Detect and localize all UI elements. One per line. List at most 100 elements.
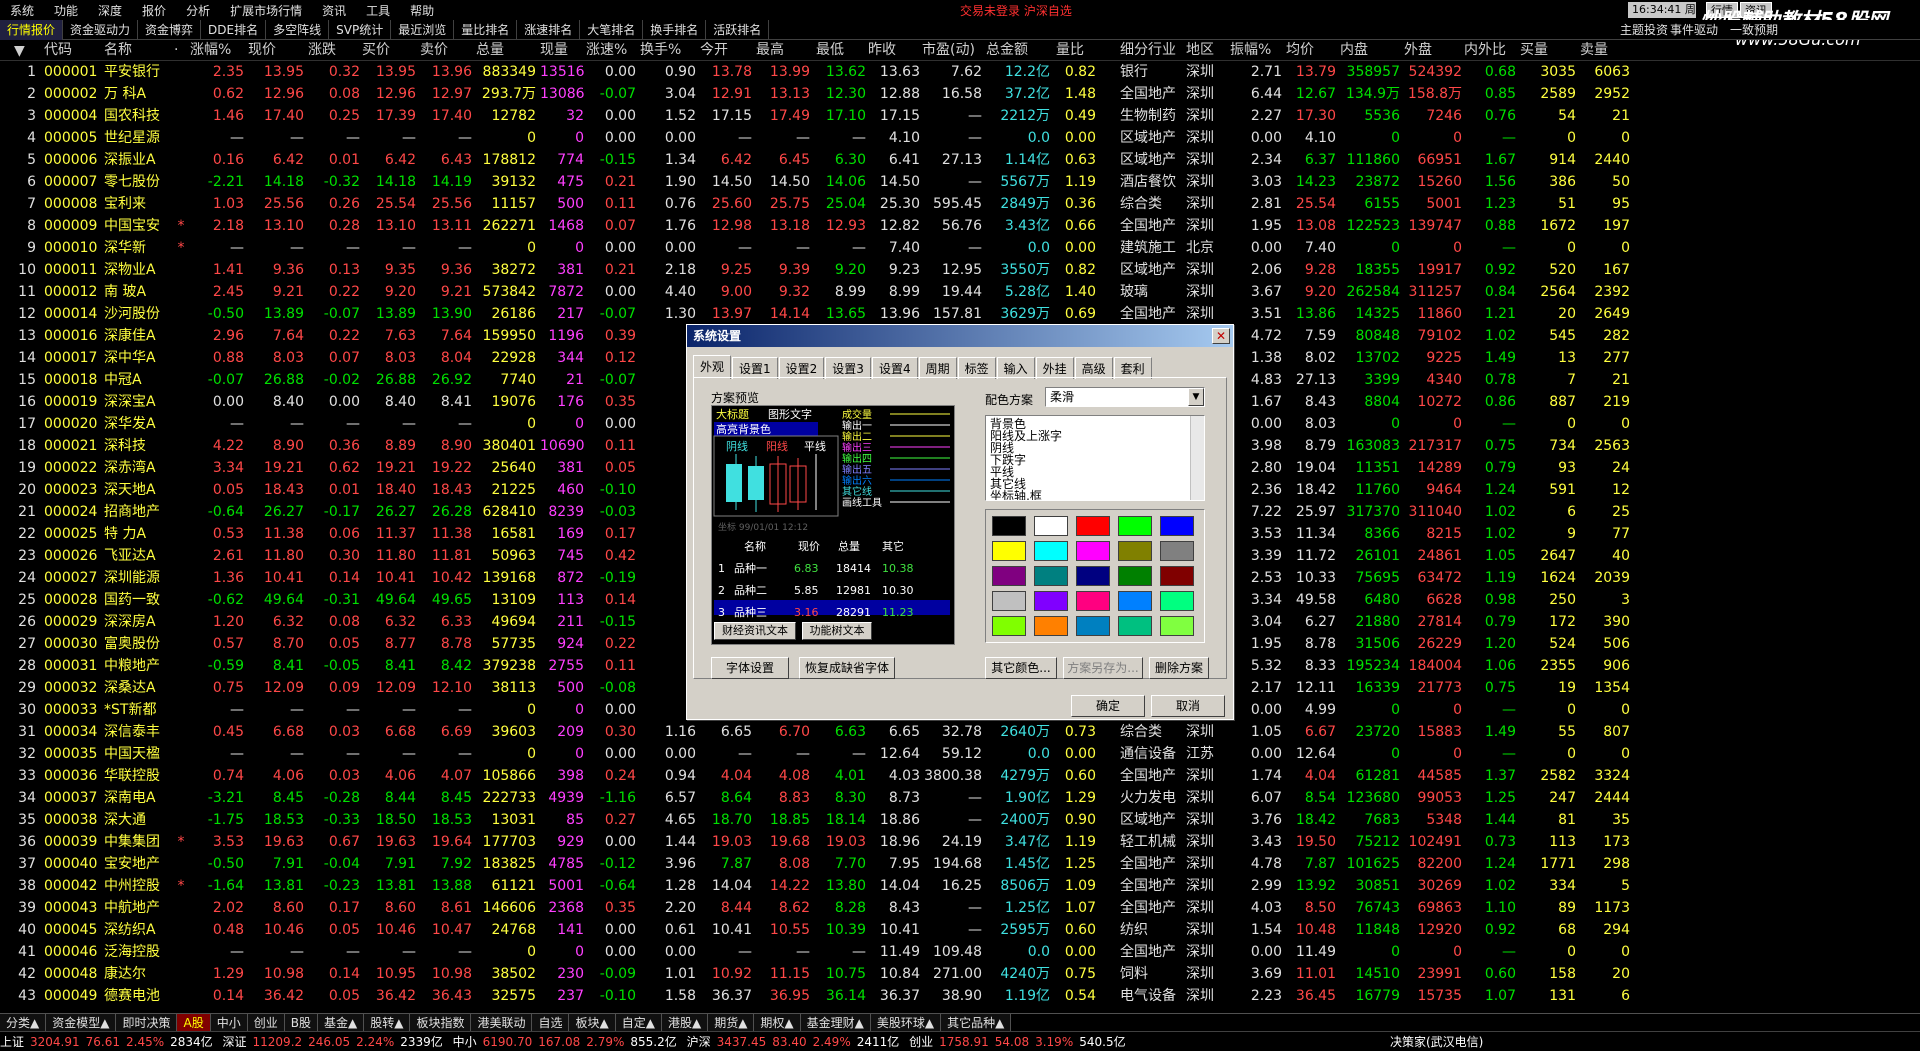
tab-9[interactable]: 大笔排名 (580, 19, 644, 40)
column-header-cell[interactable]: 现价 (248, 40, 304, 61)
font-settings-button[interactable]: 字体设置 (711, 657, 789, 679)
settings-tab[interactable]: 标签 (957, 357, 996, 379)
market-tab[interactable]: 板块▲ (569, 1014, 616, 1031)
market-tab[interactable]: A股 (177, 1014, 211, 1031)
color-element-item[interactable]: 阳线及上涨字 (990, 430, 1200, 442)
color-swatch[interactable] (1076, 541, 1110, 561)
color-swatch[interactable] (1076, 616, 1110, 636)
column-header-cell[interactable]: 涨速% (586, 40, 636, 61)
color-swatch[interactable] (992, 616, 1026, 636)
color-swatch[interactable] (992, 541, 1026, 561)
table-row[interactable]: 33 000036 华联控股 0.74 4.06 0.03 4.06 4.07 105866 39… (0, 765, 1920, 787)
market-tab[interactable]: 自选 (532, 1014, 570, 1031)
column-header-cell[interactable]: 换手% (640, 40, 696, 61)
table-row[interactable]: 4 000005 世纪星源 — — — — — 0 0 0.00 0.00 — — — 4.10 — 0.0 0.0… (0, 127, 1920, 149)
column-header-cell[interactable]: 涨幅% (190, 40, 244, 61)
color-swatch[interactable] (992, 516, 1026, 536)
tab-1[interactable]: 资金驱动力 (63, 19, 139, 40)
market-tab[interactable]: 即时决策 (116, 1014, 178, 1031)
table-row[interactable]: 10 000011 深物业A 1.41 9.36 0.13 9.35 9.36 38272 381… (0, 259, 1920, 281)
column-header-cell[interactable]: 现量 (540, 40, 584, 61)
market-tab[interactable]: 股转▲ (364, 1014, 411, 1031)
close-icon[interactable]: ✕ (1212, 328, 1230, 344)
news-text-button[interactable]: 财经资讯文本 (714, 622, 796, 640)
market-tab[interactable]: 创业 (247, 1014, 285, 1031)
column-header-cell[interactable]: 最高 (756, 40, 810, 61)
column-header-cell[interactable]: 地区 (1186, 40, 1226, 61)
tab-7[interactable]: 量比排名 (454, 19, 518, 40)
other-color-button[interactable]: 其它颜色... (985, 657, 1057, 679)
table-row[interactable]: 3 000004 国农科技 1.46 17.40 0.25 17.39 17.40 12782 3… (0, 105, 1920, 127)
table-row[interactable]: 7 000008 宝利来 1.03 25.56 0.26 25.54 25.56 11157 50… (0, 193, 1920, 215)
color-swatch[interactable] (992, 591, 1026, 611)
table-row[interactable]: 36 000039 中集集团 * 3.53 19.63 0.67 19.63 19.64 1777… (0, 831, 1920, 853)
color-swatch[interactable] (1118, 566, 1152, 586)
tab-10[interactable]: 换手排名 (643, 19, 707, 40)
tab-11[interactable]: 活跃排名 (706, 19, 770, 40)
tab-right-1[interactable]: 事件驱动 (1670, 20, 1718, 40)
tab-0[interactable]: 行情报价 (0, 19, 64, 40)
scrollbar[interactable] (1190, 416, 1204, 500)
color-element-item[interactable]: 坐标轴,框 (990, 490, 1200, 500)
cancel-button[interactable]: 取消 (1151, 695, 1225, 717)
column-header-cell[interactable]: 量比 (1056, 40, 1096, 61)
func-tree-text-button[interactable]: 功能树文本 (802, 622, 872, 640)
settings-tab[interactable]: 设置4 (871, 357, 918, 379)
table-row[interactable]: 34 000037 深南电A -3.21 8.45 -0.28 8.44 8.45 222733… (0, 787, 1920, 809)
dialog-title-bar[interactable]: 系统设置 ✕ (687, 325, 1233, 347)
column-header-cell[interactable]: 内外比 (1464, 40, 1516, 61)
color-swatch[interactable] (1034, 516, 1068, 536)
market-tab[interactable]: 港股▲ (661, 1014, 709, 1031)
table-row[interactable]: 6 000007 零七股份 -2.21 14.18 -0.32 14.18 14.19 3913… (0, 171, 1920, 193)
color-swatch[interactable] (1160, 516, 1194, 536)
tab-right-2[interactable]: 一致预期 (1730, 20, 1778, 40)
color-element-item[interactable]: 下跌字 (990, 454, 1200, 466)
menu-item[interactable]: 报价 (132, 2, 176, 19)
table-row[interactable]: 11 000012 南 玻A 2.45 9.21 0.22 9.20 9.21 573842 78… (0, 281, 1920, 303)
settings-tab[interactable]: 周期 (918, 357, 957, 379)
save-scheme-as-button[interactable]: 方案另存为... (1063, 657, 1143, 679)
settings-tab[interactable]: 外观 (693, 355, 732, 379)
column-header-cell[interactable]: 今开 (700, 40, 752, 61)
table-row[interactable]: 41 000046 泛海控股 — — — — —0 0 0.00 0.00— — —11.49 109.4… (0, 941, 1920, 963)
table-row[interactable]: 9 000010 深华新 * — — — — — 0 0 0.00 0.00 — — — 7.40 — 0.0 0.0… (0, 237, 1920, 259)
tab-4[interactable]: 多空阵线 (266, 19, 330, 40)
color-swatch[interactable] (1160, 616, 1194, 636)
tab-3[interactable]: DDE排名 (201, 19, 267, 40)
color-swatch[interactable] (1118, 591, 1152, 611)
column-header-cell[interactable]: 昨收 (868, 40, 920, 61)
color-swatch[interactable] (1034, 541, 1068, 561)
menu-item[interactable]: 扩展市场行情 (220, 2, 312, 19)
column-header-cell[interactable]: 内盘 (1340, 40, 1400, 61)
tab-2[interactable]: 资金博弈 (138, 19, 202, 40)
color-swatch[interactable] (1160, 566, 1194, 586)
color-swatch[interactable] (1118, 516, 1152, 536)
color-swatch[interactable] (1076, 591, 1110, 611)
tab-8[interactable]: 涨速排名 (517, 19, 581, 40)
column-header-cell[interactable]: 细分行业 (1120, 40, 1182, 61)
table-row[interactable]: 37 000040 宝安地产 -0.50 7.91 -0.04 7.91 7.92 183825… (0, 853, 1920, 875)
table-row[interactable]: 40 000045 深纺织A 0.48 10.46 0.05 10.46 10.47 24768… (0, 919, 1920, 941)
settings-tab[interactable]: 套利 (1113, 357, 1152, 379)
column-header-cell[interactable]: 买量 (1520, 40, 1576, 61)
table-row[interactable]: 8 000009 中国宝安 * 2.18 13.10 0.28 13.10 13.11 26227… (0, 215, 1920, 237)
menu-item[interactable]: 功能 (44, 2, 88, 19)
market-tab[interactable]: 港美联动 (471, 1014, 533, 1031)
table-row[interactable]: 35 000038 深大通 -1.75 18.53 -0.33 18.50 18.53 1303… (0, 809, 1920, 831)
settings-tab[interactable]: 设置1 (732, 357, 778, 379)
color-swatch[interactable] (1118, 541, 1152, 561)
column-header-cell[interactable]: 振幅% (1230, 40, 1282, 61)
column-header-cell[interactable]: 代码 (44, 40, 102, 61)
delete-scheme-button[interactable]: 删除方案 (1149, 657, 1209, 679)
table-row[interactable]: 2 000002 万 科A 0.62 12.96 0.08 12.96 12.97 293.7万… (0, 83, 1920, 105)
market-tab[interactable]: 自定▲ (615, 1014, 662, 1031)
scheme-select[interactable]: 柔滑 ▼ (1045, 387, 1205, 407)
color-swatch[interactable] (1034, 591, 1068, 611)
market-tab[interactable]: 资金模型▲ (46, 1014, 117, 1031)
column-header-cell[interactable]: 卖价 (420, 40, 472, 61)
market-tab[interactable]: 期权▲ (754, 1014, 801, 1031)
column-header-cell[interactable]: 外盘 (1404, 40, 1462, 61)
color-swatch[interactable] (1160, 541, 1194, 561)
table-row[interactable]: 32 000035 中国天楹 — — — — —0 0 0.00 0.00— — —12.64 59.12… (0, 743, 1920, 765)
market-tab[interactable]: 基金理财▲ (800, 1014, 871, 1031)
